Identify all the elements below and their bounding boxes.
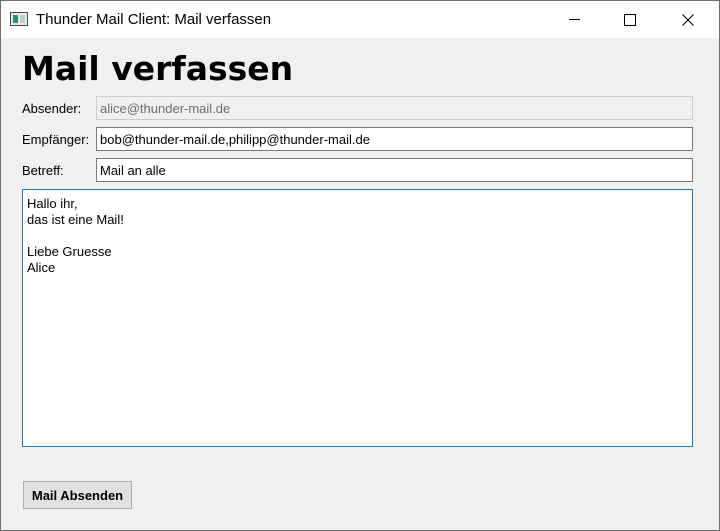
- recipient-label: Empfänger:: [22, 132, 90, 147]
- minimize-button[interactable]: [551, 1, 597, 38]
- recipient-field[interactable]: [96, 127, 693, 151]
- window-title: Thunder Mail Client: Mail verfassen: [36, 11, 272, 28]
- subject-label: Betreff:: [22, 163, 64, 178]
- message-body-textarea[interactable]: Hallo ihr, das ist eine Mail! Liebe Grue…: [22, 189, 693, 447]
- maximize-button[interactable]: [607, 1, 653, 38]
- sender-label: Absender:: [22, 101, 82, 116]
- minimize-icon: [568, 19, 580, 20]
- close-icon: [682, 13, 694, 26]
- app-window: Thunder Mail Client: Mail verfassen Mail…: [0, 0, 720, 531]
- title-bar[interactable]: Thunder Mail Client: Mail verfassen: [1, 1, 719, 38]
- app-window-icon: [10, 12, 28, 26]
- maximize-icon: [624, 13, 636, 26]
- subject-field[interactable]: [96, 158, 693, 182]
- page-title: Mail verfassen: [22, 49, 294, 88]
- sender-field: [96, 96, 693, 120]
- send-mail-button[interactable]: Mail Absenden: [23, 481, 132, 509]
- close-button[interactable]: [665, 1, 711, 38]
